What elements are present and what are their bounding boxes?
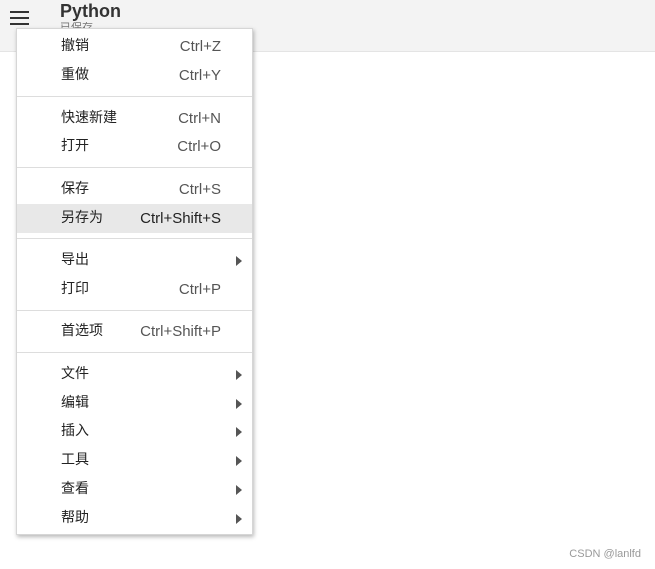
- menu-item-preferences[interactable]: 首选项 Ctrl+Shift+P: [17, 318, 252, 345]
- menu-item-label: 导出: [61, 252, 89, 268]
- menu-item-shortcut: Ctrl+Z: [179, 38, 221, 55]
- menu-item-label: 撤销: [61, 38, 89, 54]
- menu-item-shortcut: Ctrl+O: [177, 138, 221, 155]
- menu-item-file[interactable]: 文件: [17, 361, 252, 388]
- menu-item-open[interactable]: 打开 Ctrl+O: [17, 133, 252, 160]
- menu-item-tools[interactable]: 工具: [17, 447, 252, 474]
- menu-item-insert[interactable]: 插入: [17, 418, 252, 445]
- submenu-arrow-icon: [236, 256, 242, 266]
- app-title: Python: [60, 1, 121, 21]
- menu-item-label: 打印: [61, 281, 89, 297]
- submenu-arrow-icon: [236, 456, 242, 466]
- menu-item-save[interactable]: 保存 Ctrl+S: [17, 176, 252, 203]
- submenu-arrow-icon: [236, 399, 242, 409]
- submenu-arrow-icon: [236, 514, 242, 524]
- menu-item-shortcut: Ctrl+N: [178, 110, 221, 127]
- menu-item-label: 编辑: [61, 395, 89, 411]
- menu-item-shortcut: Ctrl+S: [178, 181, 221, 198]
- menu-item-label: 快速新建: [61, 110, 117, 126]
- menu-item-shortcut: Ctrl+Y: [178, 67, 221, 84]
- menu-item-label: 帮助: [61, 510, 89, 526]
- menu-item-quick-new[interactable]: 快速新建 Ctrl+N: [17, 105, 252, 132]
- menu-item-shortcut: Ctrl+Shift+S: [140, 210, 221, 227]
- menu-item-redo[interactable]: 重做 Ctrl+Y: [17, 62, 252, 89]
- menu-item-print[interactable]: 打印 Ctrl+P: [17, 276, 252, 303]
- menu-item-help[interactable]: 帮助: [17, 505, 252, 532]
- menu-item-label: 另存为: [61, 210, 103, 226]
- menu-item-save-as[interactable]: 另存为 Ctrl+Shift+S: [17, 204, 252, 233]
- menu-item-shortcut: Ctrl+Shift+P: [140, 323, 221, 340]
- menu-separator: [17, 310, 252, 311]
- menu-item-label: 首选项: [61, 323, 103, 339]
- submenu-arrow-icon: [236, 427, 242, 437]
- menu-item-label: 重做: [61, 67, 89, 83]
- submenu-arrow-icon: [236, 370, 242, 380]
- menu-item-view[interactable]: 查看: [17, 476, 252, 503]
- menu-item-shortcut: Ctrl+P: [178, 281, 221, 298]
- menu-item-label: 工具: [61, 452, 89, 468]
- menu-separator: [17, 238, 252, 239]
- menu-item-label: 打开: [61, 138, 89, 154]
- menu-item-export[interactable]: 导出: [17, 247, 252, 274]
- menu-item-label: 查看: [61, 481, 89, 497]
- menu-separator: [17, 352, 252, 353]
- menu-item-edit[interactable]: 编辑: [17, 390, 252, 417]
- watermark: CSDN @lanlfd: [569, 548, 641, 560]
- menu-separator: [17, 167, 252, 168]
- menu-item-label: 保存: [61, 181, 89, 197]
- menu-item-label: 插入: [61, 423, 89, 439]
- main-dropdown-menu: 撤销 Ctrl+Z 重做 Ctrl+Y 快速新建 Ctrl+N 打开 Ctrl+…: [16, 28, 253, 535]
- menu-item-undo[interactable]: 撤销 Ctrl+Z: [17, 33, 252, 60]
- submenu-arrow-icon: [236, 485, 242, 495]
- menu-separator: [17, 96, 252, 97]
- menu-item-label: 文件: [61, 366, 89, 382]
- hamburger-menu-icon[interactable]: [9, 8, 31, 28]
